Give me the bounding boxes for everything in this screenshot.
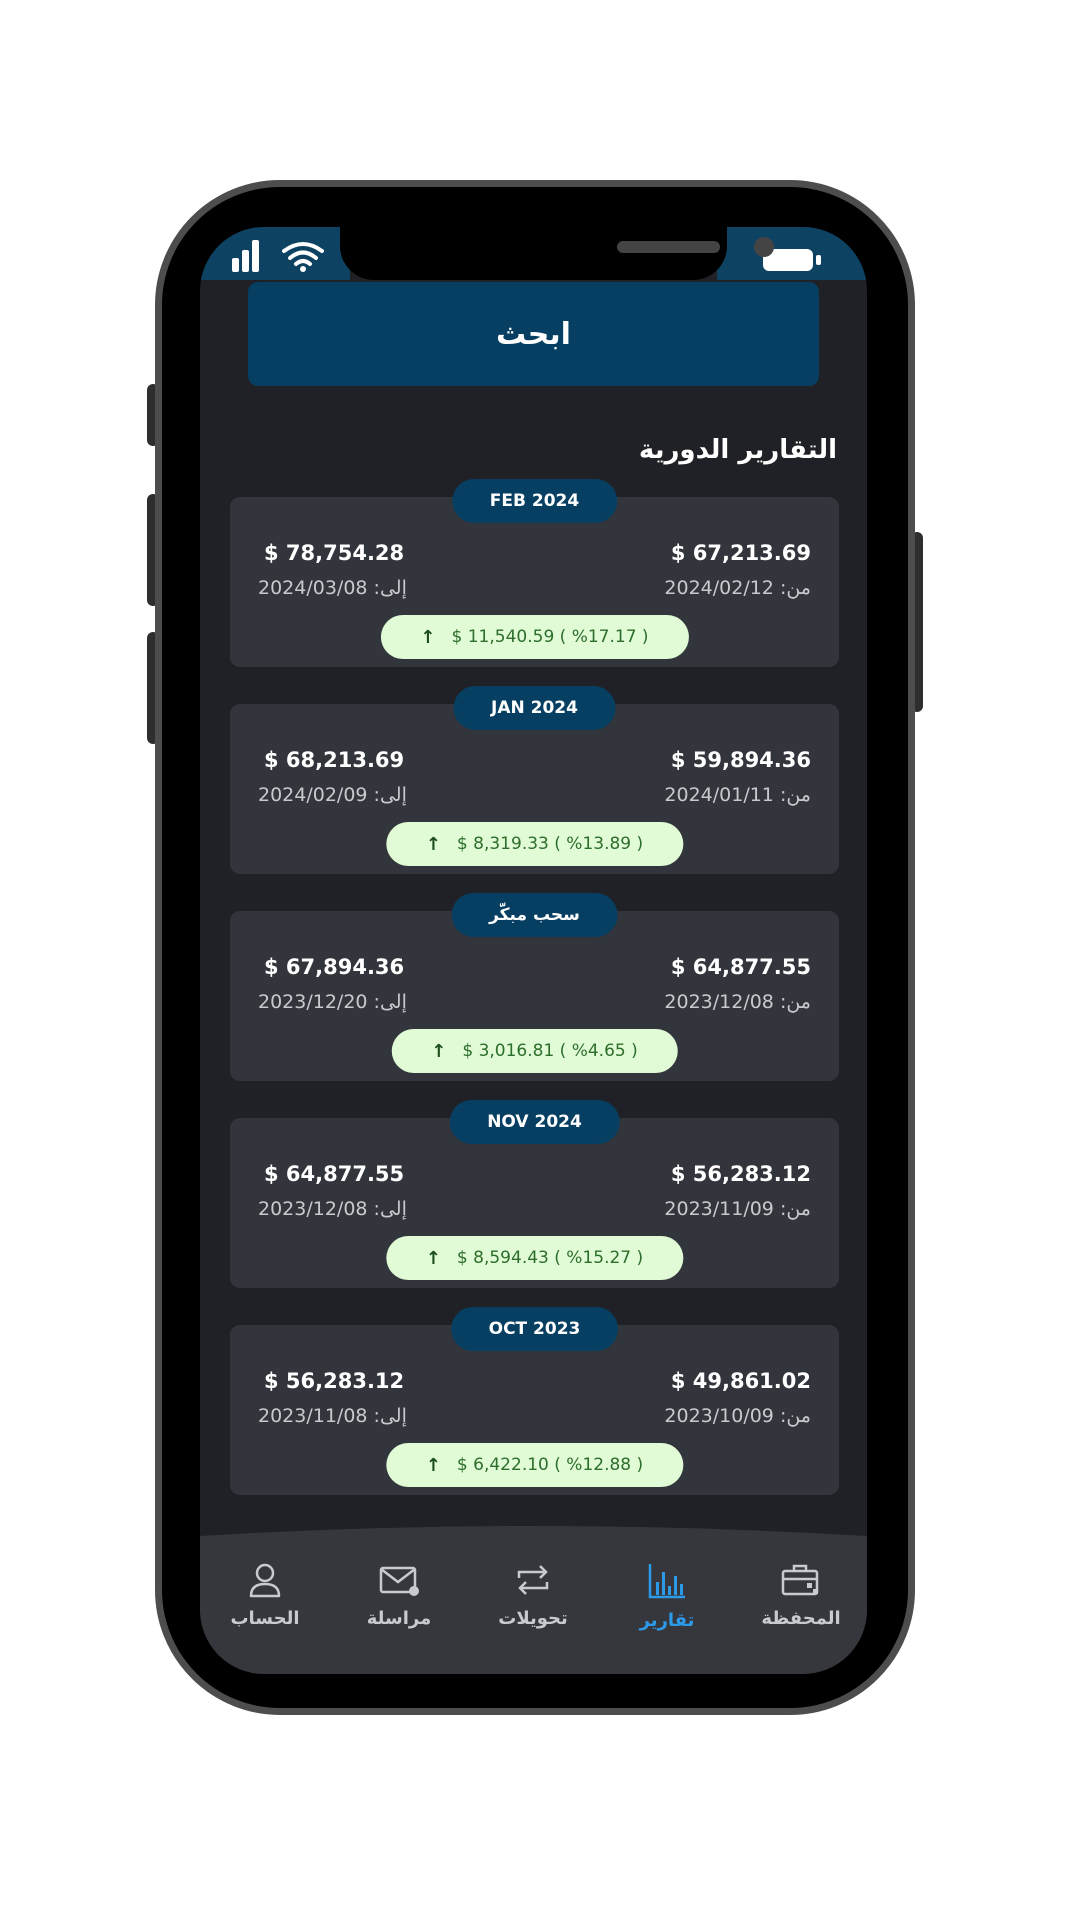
mail-icon <box>379 1566 419 1596</box>
nav-transfers-label: تحويلات <box>498 1608 568 1629</box>
start-date: من: 2024/01/11 <box>664 784 811 806</box>
period-badge: FEB 2024 <box>451 479 618 523</box>
notch <box>340 227 774 280</box>
nav-wallet-label: المحفظة <box>761 1608 841 1629</box>
end-amount: $ 64,877.55 <box>264 1162 405 1186</box>
period-badge: NOV 2024 <box>449 1100 620 1144</box>
signal-icon-bar <box>252 240 259 272</box>
report-card[interactable]: JAN 2024 $ 68,213.69 $ 59,894.36 إلى: 20… <box>230 686 839 874</box>
change-value: $ 3,016.81 ( %4.65 ) <box>462 1041 638 1061</box>
search-button[interactable]: ابحث <box>248 282 819 386</box>
end-date: إلى: 2023/12/20 <box>258 991 407 1013</box>
nav-curve <box>200 1526 867 1544</box>
speaker <box>617 241 720 253</box>
app-screen: ابحث التقارير الدورية FEB 2024 $ 78,754.… <box>200 227 867 1674</box>
battery-tip <box>816 255 821 265</box>
start-amount: $ 64,877.55 <box>670 955 811 979</box>
start-date: من: 2024/02/12 <box>664 577 811 599</box>
end-amount: $ 68,213.69 <box>264 748 405 772</box>
signal-icon <box>232 258 239 272</box>
change-badge: ↑ $ 8,319.33 ( %13.89 ) <box>385 822 684 866</box>
start-date: من: 2023/12/08 <box>664 991 811 1013</box>
user-icon <box>249 1563 281 1598</box>
page-title: التقارير الدورية <box>638 435 837 465</box>
bottom-nav: الحساب مراسلة تحويلات تقارير المحفظة <box>200 1544 867 1674</box>
arrow-up-icon: ↑ <box>425 1247 441 1269</box>
nav-messages-label: مراسلة <box>366 1608 432 1629</box>
nav-account[interactable]: الحساب <box>205 1562 325 1629</box>
end-date: إلى: 2024/03/08 <box>258 577 407 599</box>
period-badge: JAN 2024 <box>453 686 616 730</box>
end-date: إلى: 2024/02/09 <box>258 784 407 806</box>
start-amount: $ 67,213.69 <box>670 541 811 565</box>
end-amount: $ 67,894.36 <box>264 955 405 979</box>
report-card[interactable]: سحب مبكّر $ 67,894.36 $ 64,877.55 إلى: 2… <box>230 893 839 1081</box>
nav-account-label: الحساب <box>230 1608 300 1629</box>
end-date: إلى: 2023/11/08 <box>258 1405 407 1427</box>
start-amount: $ 49,861.02 <box>670 1369 811 1393</box>
signal-icon-bar <box>242 250 249 272</box>
nav-reports[interactable]: تقارير <box>607 1562 727 1631</box>
nav-reports-label: تقارير <box>639 1610 695 1631</box>
start-amount: $ 59,894.36 <box>670 748 811 772</box>
start-date: من: 2023/11/09 <box>664 1198 811 1220</box>
arrow-up-icon: ↑ <box>431 1040 447 1062</box>
end-date: إلى: 2023/12/08 <box>258 1198 407 1220</box>
start-amount: $ 56,283.12 <box>670 1162 811 1186</box>
arrow-up-icon: ↑ <box>425 1454 441 1476</box>
report-card[interactable]: NOV 2024 $ 64,877.55 $ 56,283.12 إلى: 20… <box>230 1100 839 1288</box>
change-badge: ↑ $ 3,016.81 ( %4.65 ) <box>391 1029 678 1073</box>
briefcase-icon <box>781 1564 819 1596</box>
change-badge: ↑ $ 11,540.59 ( %17.17 ) <box>380 615 689 659</box>
period-badge: OCT 2023 <box>450 1307 619 1351</box>
report-card[interactable]: FEB 2024 $ 78,754.28 $ 67,213.69 إلى: 20… <box>230 479 839 667</box>
nav-wallet[interactable]: المحفظة <box>741 1562 861 1629</box>
change-badge: ↑ $ 6,422.10 ( %12.88 ) <box>385 1443 684 1487</box>
wifi-icon <box>282 242 324 272</box>
nav-messages[interactable]: مراسلة <box>339 1562 459 1629</box>
end-amount: $ 78,754.28 <box>264 541 405 565</box>
period-badge: سحب مبكّر <box>451 893 618 937</box>
change-value: $ 6,422.10 ( %12.88 ) <box>456 1455 644 1475</box>
start-date: من: 2023/10/09 <box>664 1405 811 1427</box>
end-amount: $ 56,283.12 <box>264 1369 405 1393</box>
nav-transfers[interactable]: تحويلات <box>473 1562 593 1629</box>
transfer-icon <box>517 1565 549 1595</box>
report-card[interactable]: OCT 2023 $ 56,283.12 $ 49,861.02 إلى: 20… <box>230 1307 839 1495</box>
front-camera <box>754 237 774 257</box>
bar-chart-icon <box>648 1564 685 1599</box>
change-badge: ↑ $ 8,594.43 ( %15.27 ) <box>385 1236 684 1280</box>
change-value: $ 8,319.33 ( %13.89 ) <box>456 834 644 854</box>
reports-list: FEB 2024 $ 78,754.28 $ 67,213.69 إلى: 20… <box>230 479 839 1532</box>
change-value: $ 11,540.59 ( %17.17 ) <box>451 627 649 647</box>
arrow-up-icon: ↑ <box>425 833 441 855</box>
change-value: $ 8,594.43 ( %15.27 ) <box>456 1248 644 1268</box>
arrow-up-icon: ↑ <box>420 626 436 648</box>
